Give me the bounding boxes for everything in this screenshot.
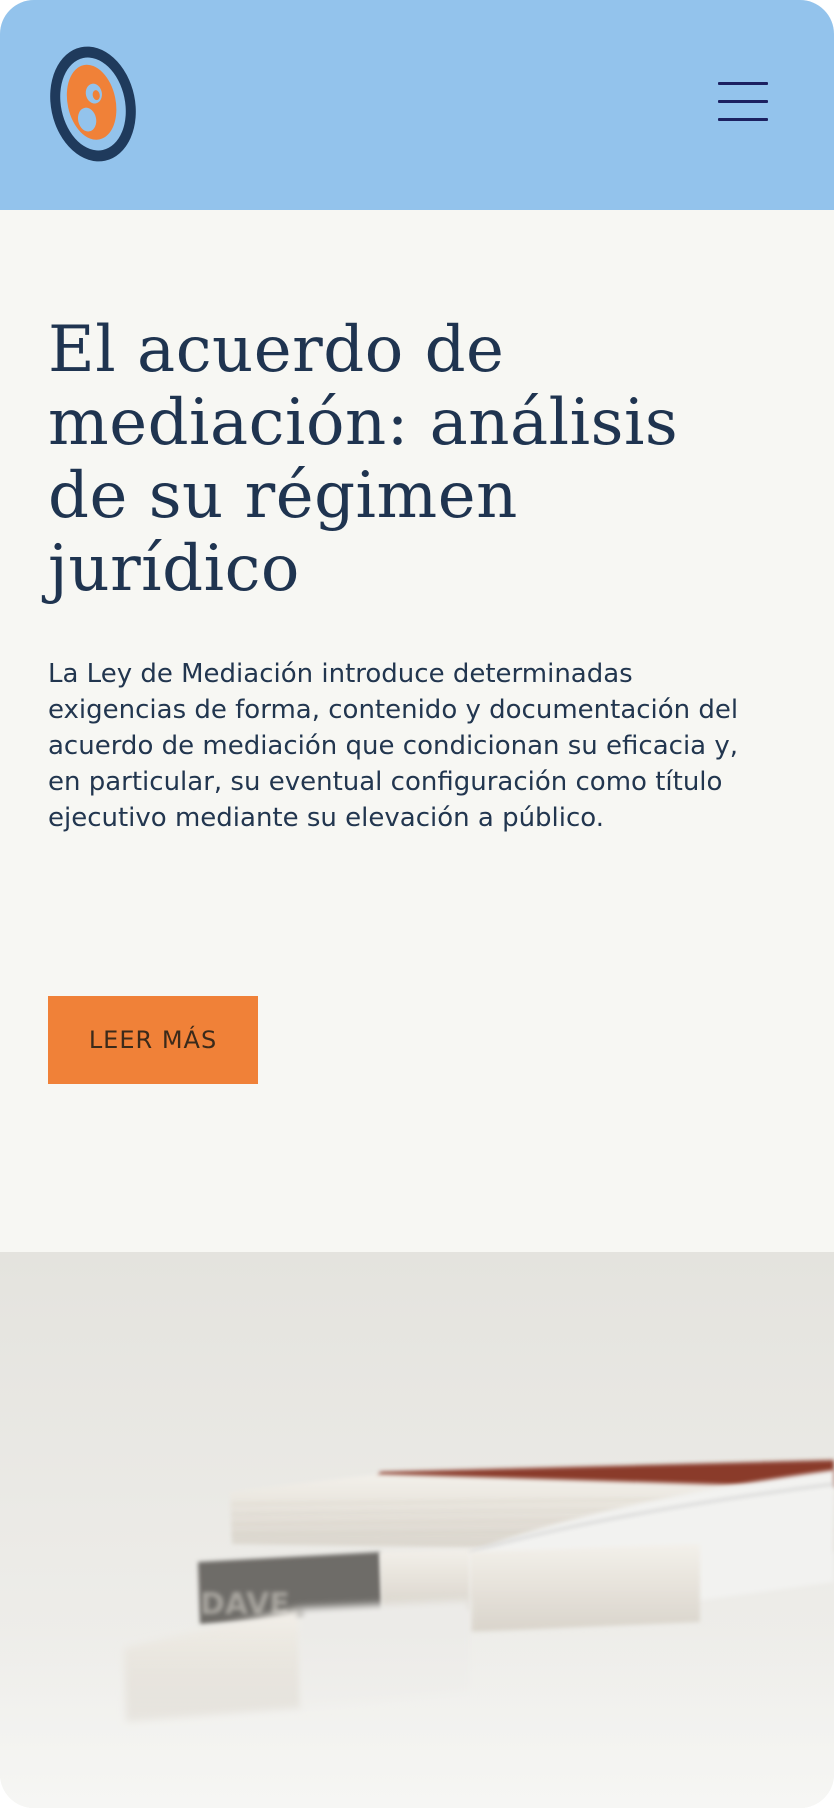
hamburger-menu-icon[interactable] — [712, 76, 770, 126]
hero-section: El acuerdo de mediación: análisis de su … — [0, 210, 834, 1252]
site-header — [0, 0, 834, 210]
menu-bar — [718, 118, 768, 121]
menu-bar — [718, 82, 768, 85]
page: El acuerdo de mediación: análisis de su … — [0, 0, 834, 1808]
hero-description: La Ley de Mediación introduce determinad… — [48, 659, 739, 833]
logo-icon[interactable] — [46, 42, 140, 166]
books-image: DAVE — [0, 1252, 834, 1808]
read-more-button[interactable]: LEER MÁS — [48, 996, 258, 1084]
stack-of-books-image: DAVE — [0, 1252, 834, 1808]
menu-bar — [718, 100, 768, 103]
hero-title: El acuerdo de mediación: análisis de su … — [48, 313, 679, 606]
